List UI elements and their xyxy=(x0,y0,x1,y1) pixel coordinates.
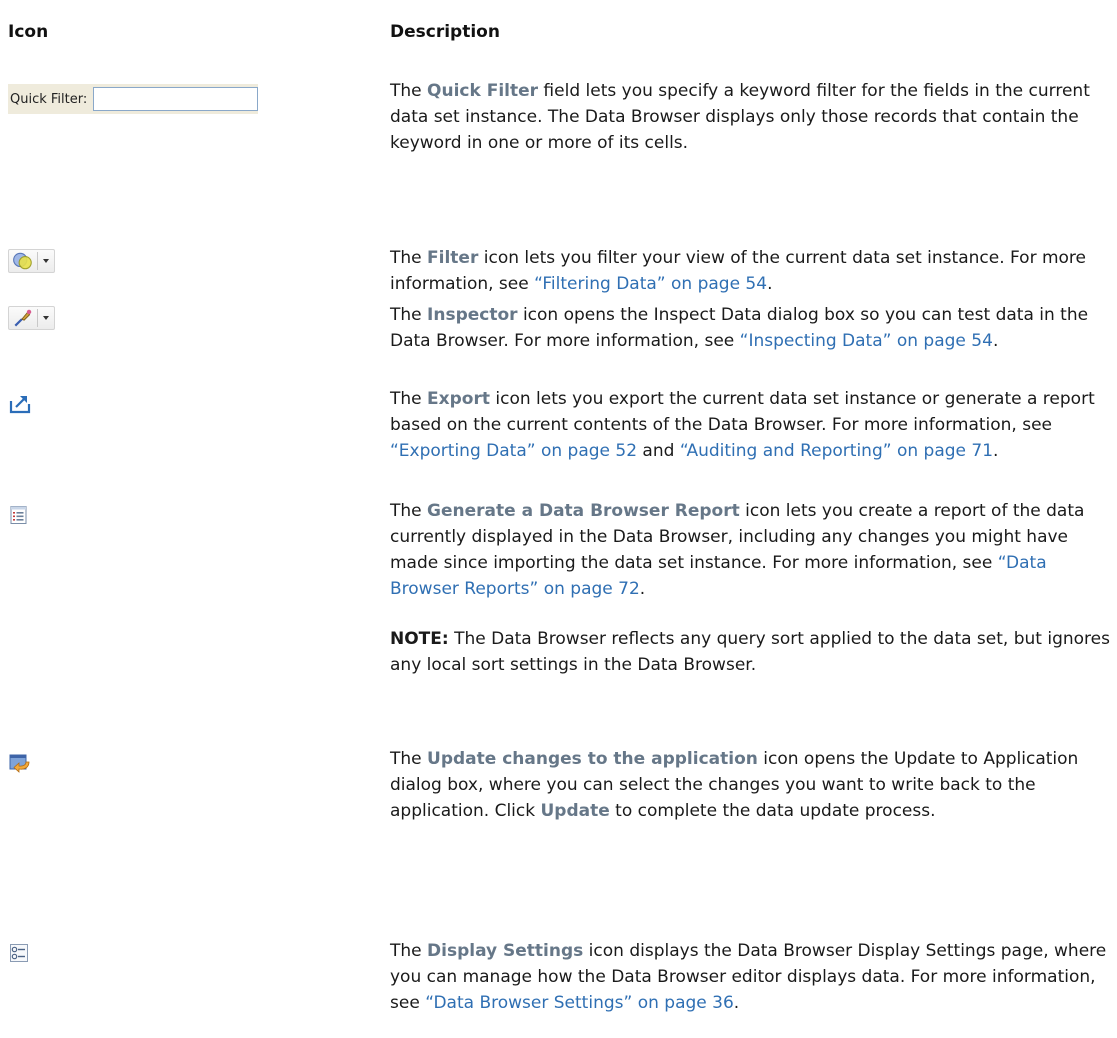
link-data-browser-settings[interactable]: “Data Browser Settings” on page 36 xyxy=(425,993,734,1013)
keyword-export: Export xyxy=(427,389,490,409)
keyword-display-settings: Display Settings xyxy=(427,941,584,961)
link-filtering-data[interactable]: “Filtering Data” on page 54 xyxy=(534,274,767,294)
keyword-filter: Filter xyxy=(427,248,479,268)
export-description: The Export icon lets you export the curr… xyxy=(390,389,1095,461)
quick-filter-label: Quick Filter: xyxy=(10,91,88,107)
chevron-down-icon xyxy=(43,316,49,320)
keyword-inspector: Inspector xyxy=(427,305,518,325)
keyword-update: Update xyxy=(540,801,610,821)
display-settings-icon xyxy=(10,944,28,962)
inspector-description: The Inspector icon opens the Inspect Dat… xyxy=(390,305,1089,351)
display-settings-description: The Display Settings icon displays the D… xyxy=(390,941,1107,1013)
display-settings-button[interactable] xyxy=(8,942,30,968)
column-header-icon: Icon xyxy=(8,22,49,42)
report-button[interactable] xyxy=(8,504,30,530)
keyword-quick-filter: Quick Filter xyxy=(427,81,539,101)
inspector-icon xyxy=(14,309,32,327)
report-description: The Generate a Data Browser Report icon … xyxy=(390,498,1115,678)
icon-description-table: Icon Description Quick Filter: The Quick… xyxy=(0,0,1117,1038)
update-button[interactable] xyxy=(8,752,32,778)
export-icon xyxy=(9,396,31,414)
filter-description: The Filter icon lets you filter your vie… xyxy=(390,248,1087,294)
update-description: The Update changes to the application ic… xyxy=(390,749,1079,821)
report-icon xyxy=(10,506,27,524)
filter-button[interactable] xyxy=(8,249,55,276)
note-label: NOTE: xyxy=(390,629,449,649)
keyword-update-changes: Update changes to the application xyxy=(427,749,758,769)
export-button[interactable] xyxy=(8,392,32,418)
column-header-description: Description xyxy=(390,22,500,42)
quick-filter-input[interactable] xyxy=(93,87,258,111)
chevron-down-icon xyxy=(43,259,49,263)
report-note: NOTE: The Data Browser reflects any quer… xyxy=(390,629,1110,675)
link-exporting-data[interactable]: “Exporting Data” on page 52 xyxy=(390,441,637,461)
link-auditing-and-reporting[interactable]: “Auditing and Reporting” on page 71 xyxy=(680,441,993,461)
keyword-generate-report: Generate a Data Browser Report xyxy=(427,501,740,521)
quick-filter-widget: Quick Filter: xyxy=(8,84,258,114)
update-icon xyxy=(9,754,30,773)
filter-icon xyxy=(13,252,32,270)
quick-filter-description: The Quick Filter field lets you specify … xyxy=(390,81,1090,153)
inspector-button[interactable] xyxy=(8,306,55,333)
link-inspecting-data[interactable]: “Inspecting Data” on page 54 xyxy=(740,331,993,351)
